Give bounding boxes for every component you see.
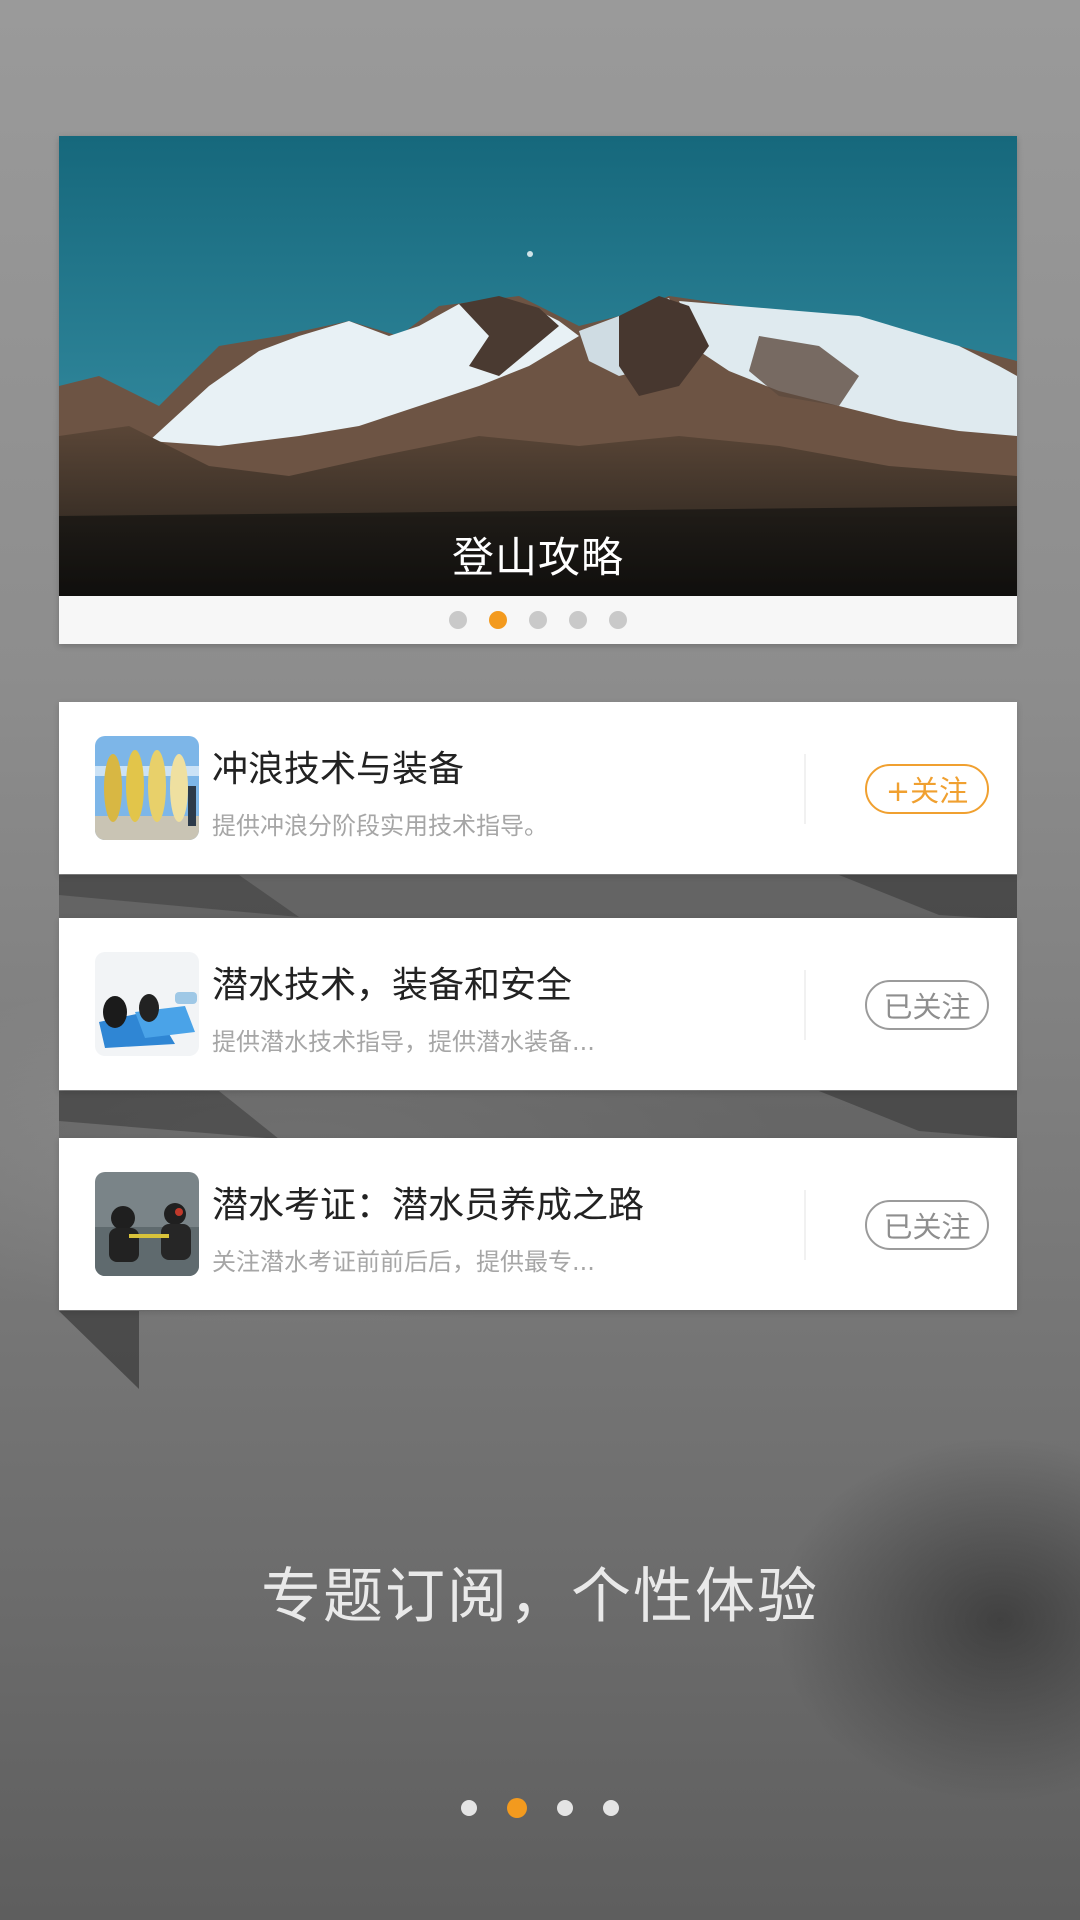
divider [804, 970, 806, 1040]
page-dot[interactable] [603, 1800, 619, 1816]
banner-caption: 登山攻略 [59, 512, 1017, 596]
page-dot[interactable] [461, 1800, 477, 1816]
topic-card-surfing[interactable]: 冲浪技术与装备 提供冲浪分阶段实用技术指导。 +关注 [59, 702, 1017, 874]
banner-dot[interactable] [529, 611, 547, 629]
diving-fins-thumbnail [95, 952, 199, 1056]
topic-description: 关注潜水考证前前后后，提供最专... [212, 1248, 595, 1276]
topic-description: 提供冲浪分阶段实用技术指导。 [212, 812, 548, 840]
divider [804, 1190, 806, 1260]
headline: 专题订阅，个性体验 [261, 1562, 819, 1632]
ribbon-fold [59, 1311, 139, 1389]
surfboards-thumbnail [95, 736, 199, 840]
following-button[interactable]: 已关注 [865, 980, 989, 1030]
following-button[interactable]: 已关注 [865, 1200, 989, 1250]
banner-dot-active[interactable] [489, 611, 507, 629]
page-dot-active[interactable] [507, 1798, 527, 1818]
divers-thumbnail [95, 1172, 199, 1276]
topic-title: 潜水技术，装备和安全 [212, 965, 573, 1006]
banner-dot[interactable] [569, 611, 587, 629]
banner-dot[interactable] [449, 611, 467, 629]
banner-pager [59, 596, 1017, 644]
topic-title: 冲浪技术与装备 [212, 749, 465, 790]
topic-card-diving-gear[interactable]: 潜水技术，装备和安全 提供潜水技术指导，提供潜水装备... 已关注 [59, 918, 1017, 1090]
divider [804, 754, 806, 824]
topic-description: 提供潜水技术指导，提供潜水装备... [212, 1028, 595, 1056]
onboarding-pager [0, 1798, 1080, 1820]
topic-title: 潜水考证：潜水员养成之路 [212, 1185, 645, 1226]
banner-dot[interactable] [609, 611, 627, 629]
banner-carousel[interactable]: 登山攻略 [59, 136, 1017, 644]
topic-card-diving-cert[interactable]: 潜水考证：潜水员养成之路 关注潜水考证前前后后，提供最专... 已关注 [59, 1138, 1017, 1310]
page-dot[interactable] [557, 1800, 573, 1816]
ribbon-fold [59, 1091, 1017, 1139]
follow-button[interactable]: +关注 [865, 764, 989, 814]
